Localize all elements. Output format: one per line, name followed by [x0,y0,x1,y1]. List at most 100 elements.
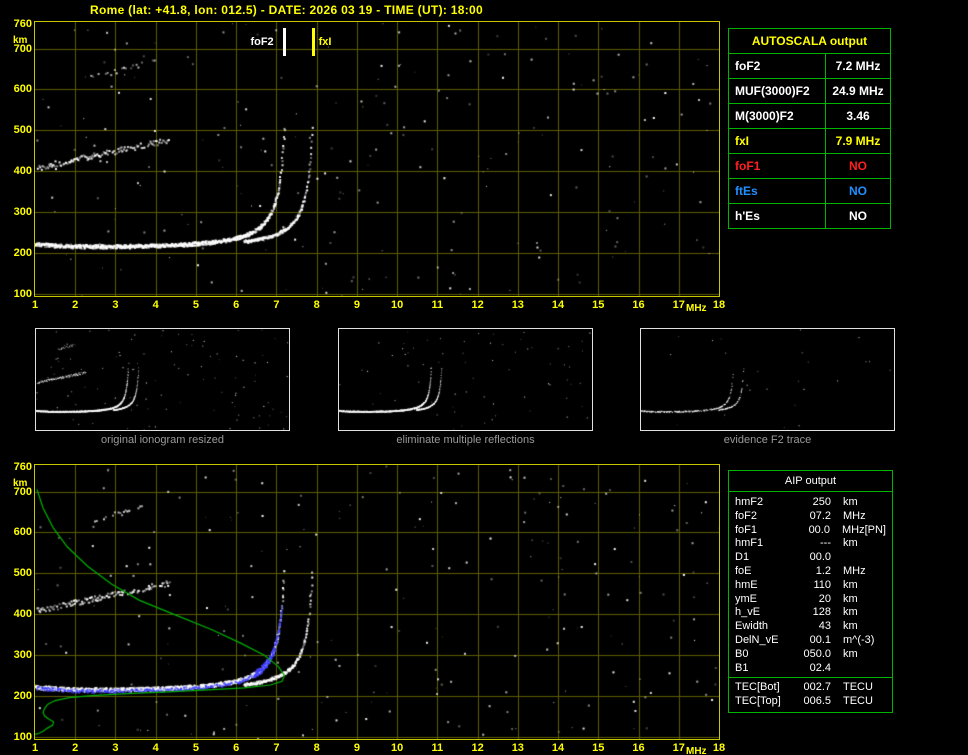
autoscala-param-value: 7.9 MHz [825,128,891,154]
bottom_plot-xtick-15: 15 [592,742,605,754]
aip-param-label: TEC[Bot] [735,681,780,694]
aip-param-unit: km [843,496,858,508]
bottom_plot-xtick-13: 13 [511,742,524,754]
top_plot-xtick-7: 7 [273,299,280,311]
bottom_plot-xtick-14: 14 [551,742,565,754]
top_plot-xtick-6: 6 [233,299,240,311]
bottom_plot-ytick-500: 500 [13,567,32,580]
aip-row-TEC[Bot]: TEC[Bot] 002.7 TECU [735,681,886,695]
aip-param-unit: m^(-3) [843,633,875,646]
top_plot-xtick-10: 10 [390,299,404,311]
aip-param-label: hmF2 [735,496,764,508]
aip-param-unit: MHz [843,564,866,577]
thumbnail-f2-trace-canvas [641,329,894,430]
aip-row-B0: B0 050.0 km [735,648,886,662]
bottom_plot-xtick-9: 9 [353,742,360,754]
aip-param-value: 00.0 [808,523,830,536]
autoscala-param-label: ftEs [728,178,826,204]
aip-param-label: DelN_vE [735,633,779,646]
top_plot-y-axis-unit: km [13,35,28,46]
top_plot-xtick-3: 3 [112,299,119,311]
bottom_plot-xtick-1: 1 [31,742,39,754]
top_plot-xtick-8: 8 [313,299,320,311]
bottom_plot-xtick-4: 4 [152,742,159,754]
aip-row-hmF2: hmF2 250 km [735,496,886,510]
top_plot-xtick-16: 16 [632,299,645,311]
aip-param-note: [PN] [864,523,886,536]
bottom_plot-xtick-2: 2 [72,742,79,754]
autoscala-param-value: NO [825,153,891,179]
aip-param-label: hmE [735,578,758,591]
bottom_plot-xtick-11: 11 [431,742,444,754]
bottom_plot-xtick-10: 10 [390,742,404,754]
top_plot-xtick-12: 12 [471,299,484,311]
top_plot-xtick-15: 15 [592,299,605,311]
top_plot-ytick-400: 400 [13,165,32,178]
aip-param-value: 002.7 [803,681,831,694]
autoscala-param-value: 24.9 MHz [825,78,891,104]
autoscala-param-value: NO [825,178,891,204]
aip-row-TEC[Top]: TEC[Top] 006.5 TECU [735,695,886,709]
aip-row-ymE: ymE 20 km [735,593,886,607]
autoscala-row-foF1: foF1 NO [728,153,891,179]
aip-param-value: --- [820,537,831,550]
autoscala-param-label: foF2 [728,53,826,79]
aip-param-value: 250 [812,496,831,508]
autoscala-param-label: foF1 [728,153,826,179]
bottom-ionogram-plot [34,464,720,740]
aip-param-label: D1 [735,551,750,564]
top_plot-xtick-18: 18 [712,299,726,311]
thumbnail-no-multiples [338,328,593,431]
bottom_plot-xtick-7: 7 [273,742,280,754]
aip-row-hmF1: hmF1 --- km [735,537,886,551]
aip-param-label: foF1 [735,523,758,536]
top_plot-xtick-2: 2 [72,299,79,311]
aip-param-value: 07.2 [809,509,831,522]
autoscala-row-h'Es: h'Es NO [728,203,891,229]
aip-param-unit: km [843,647,858,660]
aip-param-value: 128 [812,606,831,619]
aip-param-unit: MHz [841,523,865,536]
aip-param-value: 20 [818,592,831,605]
autoscala-param-value: 7.2 MHz [825,53,891,79]
autoscala-row-ftEs: ftEs NO [728,178,891,204]
top_plot-ytick-300: 300 [13,206,32,219]
bottom_plot-ytick-400: 400 [13,608,32,621]
aip-output-table: AIP output hmF2 250 km foF2 07.2 MHz foF1 00.0 M… [728,470,893,713]
aip-param-label: TEC[Top] [735,695,781,708]
fxI-marker-line [311,28,315,56]
top_plot-xtick-13: 13 [511,299,524,311]
aip-param-label: B0 [735,647,749,660]
aip-param-unit: TECU [843,695,873,708]
autoscala-param-value: NO [825,203,891,229]
aip-param-unit: km [843,578,858,591]
aip-param-label: Ewidth [735,620,769,633]
autoscala-param-label: fxI [728,128,826,154]
top_plot-ytick-600: 600 [13,83,32,96]
top_plot-xtick-5: 5 [192,299,199,311]
aip-param-value: 006.5 [803,695,831,708]
bottom_plot-xtick-5: 5 [192,742,199,754]
aip-param-value: 02.4 [809,661,831,674]
top_plot-ytick-200: 200 [13,247,32,260]
top_plot-x-axis-unit: MHz [686,303,707,314]
bottom_plot-xtick-16: 16 [632,742,645,754]
aip-row-foE: foE 1.2 MHz [735,565,886,579]
aip-param-value: 1.2 [815,564,831,577]
autoscala-output-table: AUTOSCALA output foF2 7.2 MHz MUF(3000)F2 2… [728,28,891,229]
aip-param-value: 00.1 [809,633,831,646]
foF2-marker-label: foF2 [250,36,274,48]
top_plot-xtick-14: 14 [551,299,565,311]
autoscala-param-value: 3.46 [825,103,891,129]
aip-param-value: 00.0 [809,551,831,564]
foF2-marker-line [283,28,287,56]
aip-param-value: 050.0 [803,647,831,660]
bottom_plot-xtick-3: 3 [112,742,119,754]
aip-param-value: 110 [813,578,831,591]
aip-param-unit: TECU [843,681,873,694]
bottom_plot-ytick-200: 200 [13,690,32,703]
thumbnail-no-multiples-canvas [339,329,592,430]
aip-param-label: foE [735,564,752,577]
aip-param-unit: km [843,537,858,550]
aip-table-title: AIP output [729,471,892,492]
